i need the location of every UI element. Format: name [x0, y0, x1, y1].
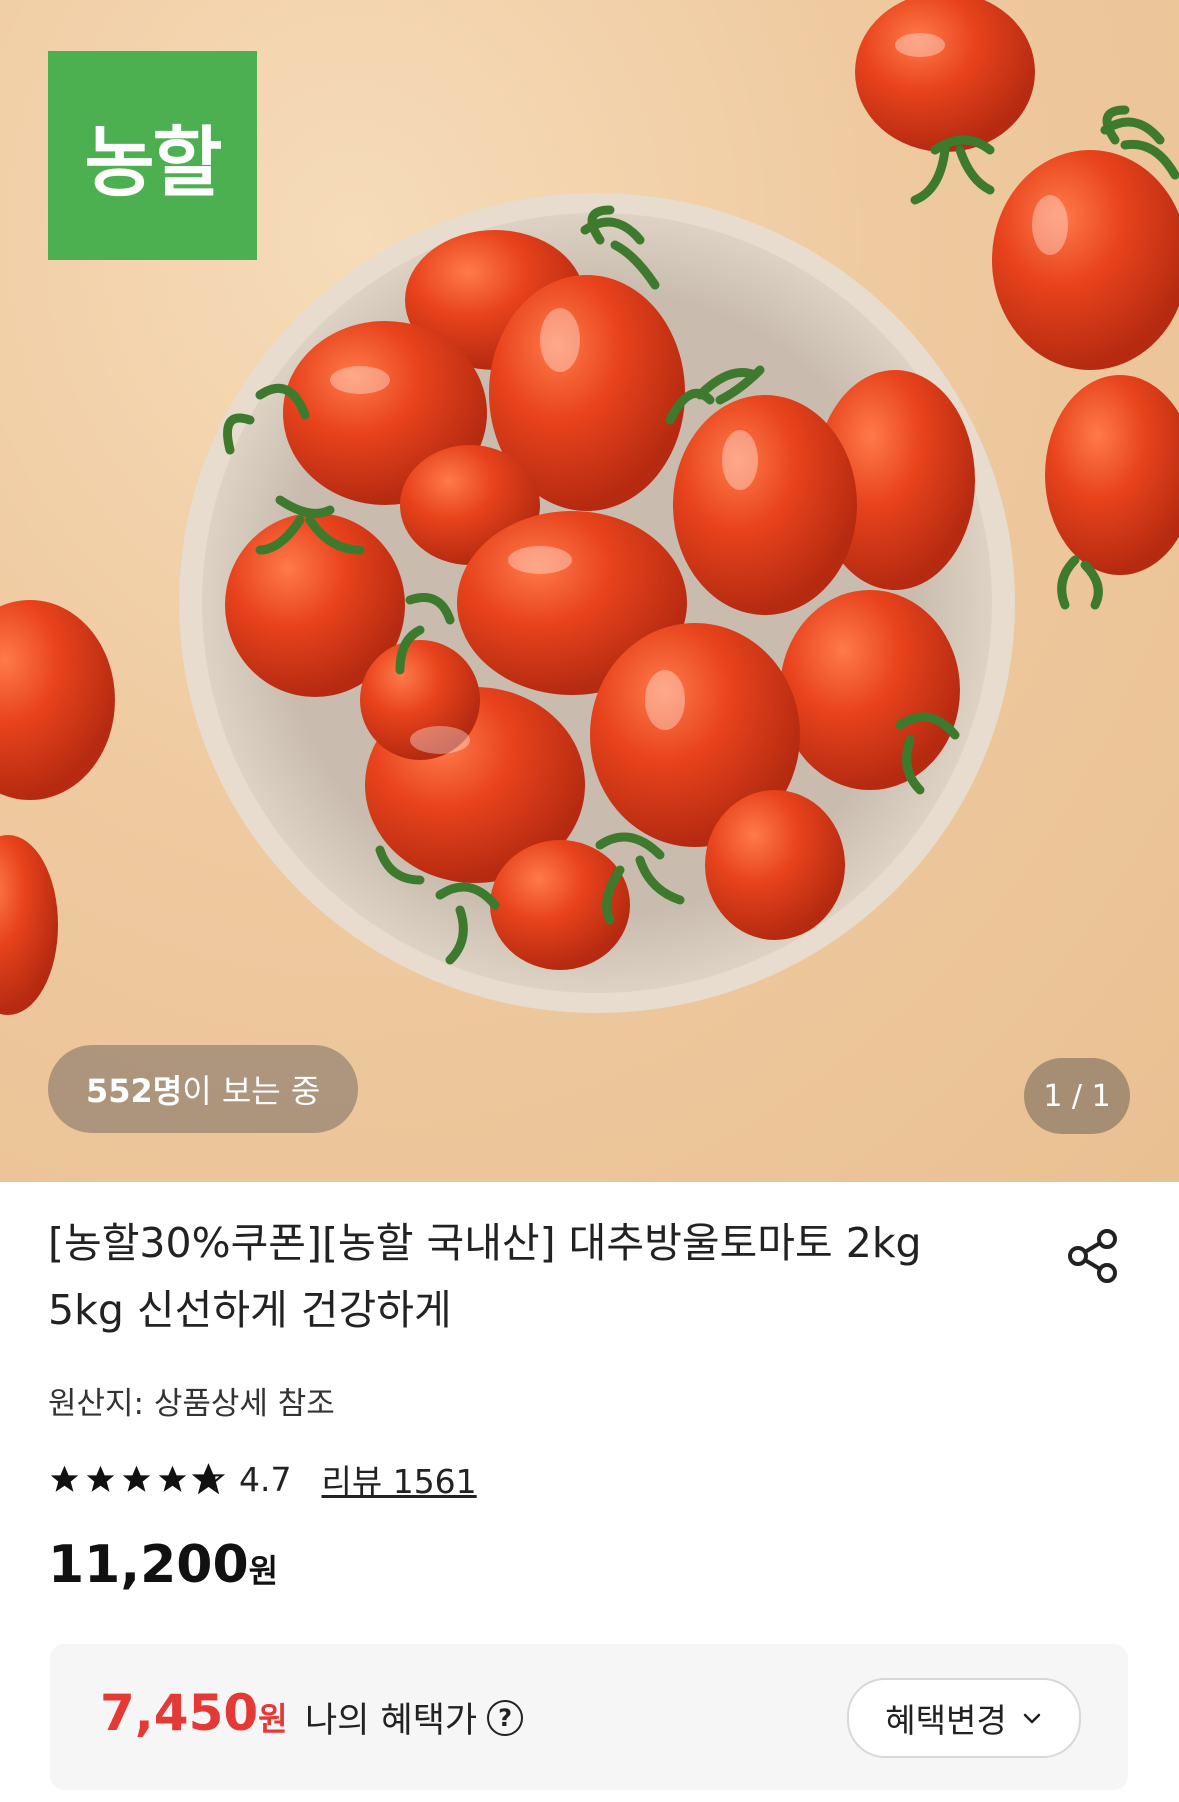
rating-row: 4.7 리뷰 1561: [48, 1455, 477, 1503]
price-unit: 원: [248, 1552, 279, 1590]
brand-logo-text: 농할: [84, 117, 223, 207]
benefit-price: 7,450원: [100, 1684, 288, 1742]
original-price: 11,200원: [48, 1535, 278, 1595]
change-benefit-label: 혜택변경: [885, 1701, 1007, 1740]
share-button[interactable]: [1063, 1226, 1123, 1286]
question-icon[interactable]: ?: [487, 1699, 524, 1736]
share-icon: [1068, 1229, 1117, 1283]
brand-logo: 농할: [48, 51, 257, 260]
product-image-carousel[interactable]: 농할 552명 이 보는 중 1 / 1: [0, 0, 1179, 1182]
benefit-label: 나의 혜택가: [305, 1701, 478, 1741]
product-title: [농할30%쿠폰][농할 국내산] 대추방울토마토 2kg 5kg 신선하게 건…: [48, 1219, 922, 1334]
star-icon: [122, 1465, 151, 1492]
star-half-icon: [192, 1462, 225, 1494]
viewers-badge: 552명 이 보는 중: [48, 1045, 359, 1133]
star-icon: [86, 1465, 115, 1492]
viewers-count: 552명: [86, 1072, 183, 1110]
review-link[interactable]: 리뷰 1561: [321, 1455, 476, 1503]
viewers-suffix: 이 보는 중: [182, 1072, 321, 1110]
benefit-price-value: 7,450: [100, 1684, 259, 1742]
benefit-label-row: 나의 혜택가 ?: [305, 1692, 524, 1743]
star-rating: [48, 1462, 225, 1496]
star-icon: [50, 1465, 79, 1492]
image-pager: 1 / 1: [1024, 1058, 1130, 1134]
chevron-down-icon: [1023, 1713, 1040, 1724]
change-benefit-button[interactable]: 혜택변경: [847, 1678, 1081, 1758]
benefit-price-box: 7,450원 나의 혜택가 ? 혜택변경: [50, 1644, 1128, 1790]
benefit-price-unit: 원: [258, 1700, 288, 1738]
star-icon: [158, 1465, 187, 1492]
price-value: 11,200: [48, 1535, 249, 1595]
rating-value: 4.7: [239, 1459, 292, 1499]
origin-info: 원산지: 상품상세 참조: [48, 1386, 335, 1422]
